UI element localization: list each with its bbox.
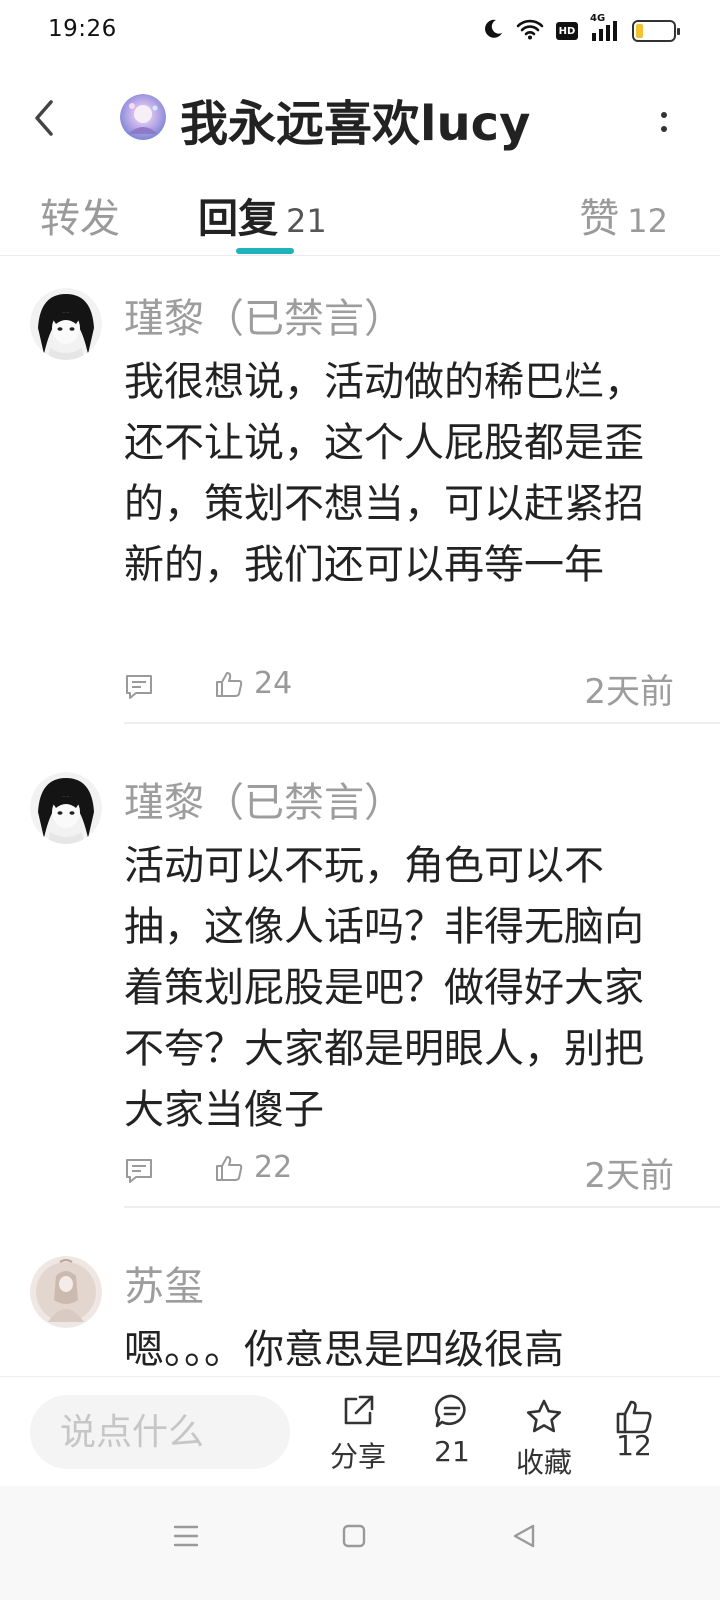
nav-menu-button[interactable]	[166, 1516, 206, 1556]
back-triangle-icon	[513, 1524, 535, 1548]
comment-author[interactable]: 瑾黎（已禁言）	[124, 286, 404, 344]
divider	[124, 1206, 720, 1208]
comment-author[interactable]: 苏玺	[124, 1254, 204, 1312]
reply-icon[interactable]	[124, 672, 154, 702]
home-square-icon	[342, 1524, 366, 1548]
signal-icon: 4G	[590, 13, 620, 43]
menu-icon	[173, 1525, 199, 1547]
share-label: 分享	[330, 1440, 387, 1473]
back-arrow-icon	[35, 100, 53, 136]
comment-time: 2天前	[584, 1156, 674, 1196]
battery-level	[636, 24, 644, 38]
tab-active-indicator	[236, 248, 294, 254]
wifi-icon	[516, 18, 544, 44]
system-nav-bar	[0, 1486, 720, 1600]
divider	[124, 722, 720, 724]
more-button[interactable]	[654, 100, 674, 144]
tab-like-count: 12	[627, 202, 668, 240]
tab-forward-label: 转发	[40, 196, 120, 242]
comment-like-button[interactable]: 24	[214, 666, 292, 701]
favorite-button[interactable]: 收藏	[516, 1391, 572, 1481]
tab-forward[interactable]: 转发	[40, 186, 120, 244]
comments-button[interactable]: 21	[432, 1391, 472, 1468]
header: 我永远喜欢lucy	[0, 70, 720, 170]
tab-bar: 转发 回复 21 赞 12	[0, 176, 720, 256]
battery-icon	[632, 20, 680, 42]
tab-reply-count: 21	[286, 202, 327, 240]
avatar[interactable]	[30, 1256, 102, 1328]
moon-icon	[482, 18, 504, 44]
comment-actions: 24 2天前	[124, 666, 684, 712]
comment-input-wrapper[interactable]	[30, 1395, 290, 1469]
avatar[interactable]	[30, 288, 102, 360]
star-icon	[526, 1399, 562, 1433]
thumbs-up-icon	[216, 671, 243, 697]
comment-input[interactable]	[60, 1411, 280, 1453]
comment-bubble-icon	[435, 1394, 466, 1428]
tab-like-label: 赞	[579, 196, 620, 242]
comment-text: 我很想说，活动做的稀巴烂，还不让说，这个人屁股都是歪的，策划不想当，可以赶紧招新…	[124, 359, 644, 588]
page-title: 我永远喜欢lucy	[180, 96, 531, 152]
topic-avatar[interactable]	[120, 94, 166, 140]
thumbs-up-icon	[216, 1155, 243, 1181]
tab-like[interactable]: 赞 12	[579, 186, 668, 244]
comment-author[interactable]: 瑾黎（已禁言）	[124, 770, 404, 828]
like-count: 12	[616, 1429, 652, 1462]
comment-text: 嗯。。。你意思是四级很高	[124, 1327, 564, 1373]
more-vertical-icon-dot	[661, 126, 667, 132]
comment-actions: 22 2天前	[124, 1150, 684, 1196]
status-icons: HD 4G	[482, 13, 680, 44]
favorite-label: 收藏	[516, 1446, 573, 1479]
comment-like-button[interactable]: 22	[214, 1150, 292, 1185]
comment-like-count: 22	[254, 1150, 293, 1185]
share-button[interactable]: 分享	[330, 1391, 386, 1475]
comment-like-count: 24	[254, 666, 293, 701]
more-vertical-icon	[661, 112, 667, 118]
comment-time: 2天前	[584, 672, 674, 712]
share-icon	[344, 1395, 374, 1425]
tab-reply[interactable]: 回复 21	[198, 186, 327, 244]
bottom-action-bar: 分享 21 收藏 12	[0, 1376, 720, 1484]
comment-text: 活动可以不玩，角色可以不抽，这像人话吗？非得无脑向着策划屁股是吧？做得好大家不夸…	[124, 843, 644, 1133]
back-button[interactable]	[22, 92, 66, 144]
status-bar: 19:26 HD 4G	[0, 0, 720, 66]
like-button[interactable]: 12	[614, 1391, 654, 1462]
nav-back-button[interactable]	[504, 1516, 544, 1556]
nav-home-button[interactable]	[334, 1516, 374, 1556]
tab-reply-label: 回复	[198, 196, 278, 242]
avatar[interactable]	[30, 772, 102, 844]
comment-count: 21	[434, 1435, 470, 1468]
hd-badge: HD	[556, 22, 578, 40]
status-time: 19:26	[48, 16, 117, 42]
reply-icon[interactable]	[124, 1156, 154, 1186]
